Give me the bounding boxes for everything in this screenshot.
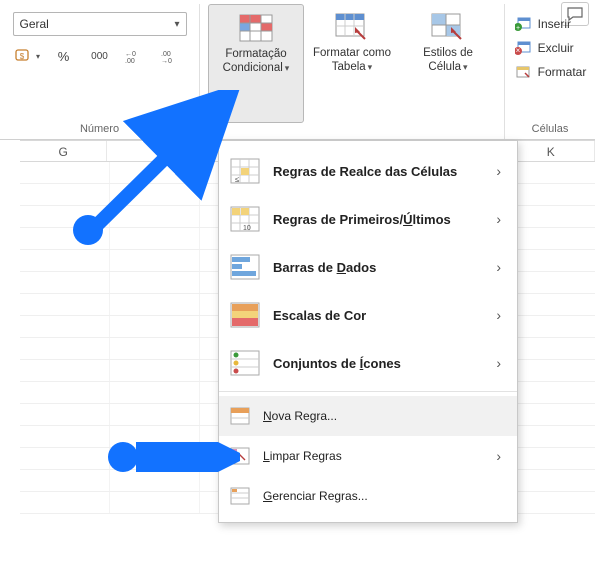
annotation-dot-1 [73,215,103,245]
delete-cells-button[interactable]: × Excluir [512,36,589,60]
svg-text:.00: .00 [161,51,171,58]
format-cells-button[interactable]: Formatar [512,60,589,84]
svg-text:10: 10 [243,225,251,232]
group-label-cells: Células [532,123,569,139]
menu-item-icon-sets[interactable]: Conjuntos de Ícones › [219,339,517,387]
chevron-down-icon: ▾ [285,61,290,75]
ribbon-group-styles: Formatação Condicional ▾ Formatar como [200,4,505,139]
menu-item-top-bottom-rules[interactable]: 10 Regras de Primeiros/Últimos › [219,195,517,243]
menu-item-manage-rules[interactable]: Gerenciar Regras... [219,476,517,516]
svg-text:←0: ←0 [125,51,136,58]
data-bars-icon [229,253,261,281]
svg-text:.00: .00 [125,58,135,64]
chevron-down-icon: ▾ [463,60,468,74]
chevron-right-icon: › [496,163,507,179]
conditional-formatting-menu: ≤ Regras de Realce das Células › 10 Regr… [218,140,518,523]
insert-cells-button[interactable]: + Inserir [512,12,589,36]
svg-text:→0: →0 [161,58,172,64]
conditional-formatting-button[interactable]: Formatação Condicional ▾ [208,4,304,123]
chevron-right-icon: › [496,259,507,275]
number-format-value: Geral [20,17,49,31]
chevron-right-icon: › [496,307,507,323]
clear-r-icon [229,446,251,466]
svg-text:≤: ≤ [235,175,240,184]
delete-cells-icon: × [514,40,532,56]
insert-cells-icon: + [514,16,532,32]
svg-text:$: $ [20,52,25,61]
format-as-table-icon [332,10,372,44]
ribbon: Geral ▾ $ ▾ % 000 ←0.00 .00→0 Número [0,0,595,140]
column-header[interactable] [107,141,194,161]
decrease-decimal-button[interactable]: .00→0 [157,44,187,68]
menu-item-data-bars[interactable]: Barras de Dados › [219,243,517,291]
ribbon-group-number: Geral ▾ $ ▾ % 000 ←0.00 .00→0 Número [0,4,200,139]
menu-separator [219,391,517,392]
menu-item-clear-rules[interactable]: Limpar Regras › [219,436,517,476]
group-label-number: Número [80,123,119,139]
format-as-table-button[interactable]: Formatar como Tabela ▾ [304,4,400,123]
chevron-down-icon: ▾ [368,60,373,74]
svg-text:×: × [515,46,520,55]
comma-format-button[interactable]: 000 [85,44,115,68]
menu-item-highlight-rules[interactable]: ≤ Regras de Realce das Células › [219,147,517,195]
manage-rules-icon [229,486,251,506]
percent-format-button[interactable]: % [49,44,79,68]
chevron-right-icon: › [496,355,507,371]
new-rule-icon [229,406,251,426]
column-header[interactable]: G [20,141,107,161]
menu-item-new-rule[interactable]: Nova Regra... [219,396,517,436]
color-scales-icon [229,301,261,329]
cell-styles-icon [428,10,468,44]
chevron-down-icon: ▾ [174,19,179,30]
annotation-dot-2 [108,442,138,472]
svg-text:+: + [516,25,520,31]
highlight-rules-icon: ≤ [229,157,261,185]
chevron-right-icon: › [496,448,507,464]
conditional-formatting-icon [236,11,276,45]
increase-decimal-button[interactable]: ←0.00 [121,44,151,68]
menu-item-color-scales[interactable]: Escalas de Cor › [219,291,517,339]
icon-sets-icon [229,349,261,377]
number-format-select[interactable]: Geral ▾ [13,12,187,36]
chevron-right-icon: › [496,211,507,227]
top-bottom-rules-icon: 10 [229,205,261,233]
ribbon-group-cells: + Inserir × Excluir Formatar Células [505,4,595,139]
format-cells-icon [514,64,532,80]
column-header[interactable]: K [508,141,595,161]
cell-styles-button[interactable]: Estilos de Célula ▾ [400,4,496,123]
accounting-format-button[interactable]: $ ▾ [13,44,43,68]
